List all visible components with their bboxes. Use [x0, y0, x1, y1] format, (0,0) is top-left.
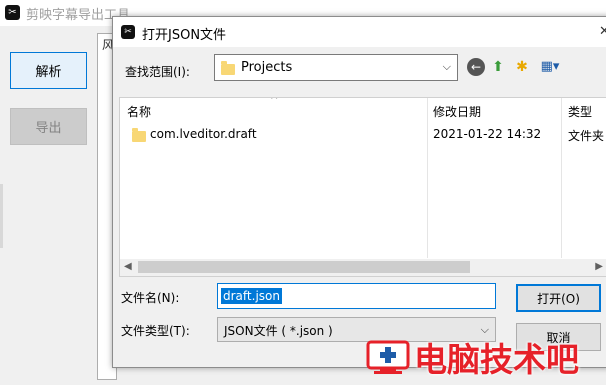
file-name-value: draft.json [221, 288, 282, 304]
look-in-value: Projects [241, 60, 293, 75]
up-folder-icon[interactable]: ⬆ [489, 58, 507, 76]
watermark-logo-icon [366, 340, 410, 374]
column-header-type[interactable]: 类型 [568, 103, 592, 120]
horizontal-scrollbar[interactable]: ◀ ▶ [120, 259, 606, 276]
column-header-name[interactable]: 名称 [127, 103, 151, 120]
scroll-right-icon[interactable]: ▶ [595, 261, 603, 272]
export-button[interactable]: 导出 [10, 108, 87, 145]
back-arrow-icon[interactable]: ← [467, 58, 485, 76]
scrollbar-thumb[interactable] [138, 261, 470, 273]
folder-icon [132, 128, 146, 142]
file-type: 文件夹 [568, 129, 605, 143]
dialog-app-icon: ✂ [121, 25, 135, 39]
new-folder-icon[interactable]: ✱ [513, 58, 531, 76]
file-name: com.lveditor.draft [150, 127, 257, 141]
scroll-left-icon[interactable]: ◀ [124, 261, 132, 272]
file-name-input[interactable]: draft.json [217, 283, 496, 309]
watermark-text: 电脑技术吧 [414, 340, 579, 379]
open-file-dialog: ✂ 打开JSON文件 ✕ 查找范围(I): Projects ⌵ ← ⬆ ✱ ▦… [112, 16, 606, 368]
file-name-label: 文件名(N): [121, 291, 180, 305]
app-logo-icon: ✂ [5, 5, 20, 20]
file-list[interactable]: ^ 名称 修改日期 类型 com.lveditor.draft 2021-01-… [119, 97, 606, 277]
dialog-titlebar: ✂ 打开JSON文件 ✕ [113, 17, 606, 47]
sort-up-icon: ^ [270, 97, 279, 106]
dialog-title: 打开JSON文件 [142, 28, 227, 43]
look-in-label: 查找范围(I): [125, 65, 190, 79]
file-type-value: JSON文件 ( *.json ) [224, 324, 333, 338]
watermark: 电脑技术吧 [362, 330, 606, 385]
column-header-date[interactable]: 修改日期 [433, 103, 481, 120]
close-icon[interactable]: ✕ [599, 17, 606, 47]
open-button[interactable]: 打开(O) [516, 284, 601, 312]
column-divider[interactable] [561, 98, 562, 258]
file-row[interactable]: com.lveditor.draft 2021-01-22 14:32 文件夹 [120, 124, 606, 146]
parse-button[interactable]: 解析 [10, 52, 87, 89]
look-in-combo[interactable]: Projects ⌵ [214, 54, 458, 81]
chevron-down-icon: ⌵ [442, 60, 451, 73]
file-type-label: 文件类型(T): [121, 324, 190, 338]
view-menu-icon[interactable]: ▦▾ [537, 58, 563, 76]
window-edge [0, 184, 3, 248]
column-divider[interactable] [427, 98, 428, 258]
file-date: 2021-01-22 14:32 [433, 127, 542, 141]
folder-icon [221, 61, 235, 75]
